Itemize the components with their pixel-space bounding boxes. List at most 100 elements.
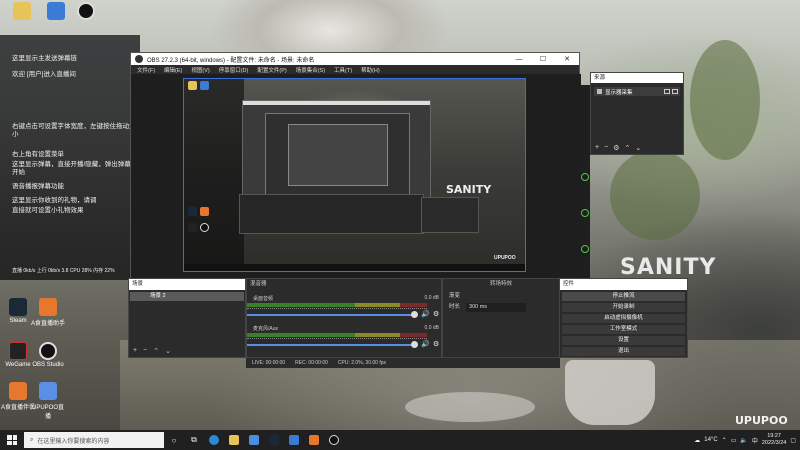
status-dot-icon [581, 245, 589, 253]
overlay-line: 这里显示主发送弹幕链 [12, 55, 77, 62]
settings-button[interactable]: 设置 [562, 336, 685, 345]
close-button[interactable]: ✕ [555, 55, 579, 63]
volume-icon[interactable]: 🔈 [740, 437, 747, 444]
wallpaper-cup [565, 360, 655, 425]
obs-icon [39, 342, 57, 360]
volume-meter [247, 333, 427, 337]
wallpaper-sanity-text: SANITY [620, 255, 717, 280]
channel-db: 0.0 dB [424, 295, 439, 301]
tray-arrow-icon[interactable]: ⌃ [722, 437, 727, 444]
gear-icon[interactable]: ⚙ [613, 144, 619, 152]
scenes-dock-title: 场景 [129, 279, 245, 290]
desktop-icon-obs-studio[interactable]: OBS Studio [30, 342, 66, 368]
app-icon[interactable] [304, 430, 324, 450]
add-icon[interactable]: + [595, 144, 599, 152]
studio-mode-button[interactable]: 工作室模式 [562, 325, 685, 334]
lock-icon[interactable] [672, 89, 678, 94]
nested-taskbar [184, 264, 525, 271]
app-icon[interactable] [284, 430, 304, 450]
steam-icon[interactable] [264, 430, 284, 450]
menu-tools[interactable]: 工具(T) [334, 66, 352, 74]
desktop-icon-app[interactable]: A食直播助手 [30, 298, 66, 327]
volume-slider-handle[interactable] [411, 341, 418, 348]
start-button[interactable] [0, 430, 24, 450]
volume-slider-handle[interactable] [411, 311, 418, 318]
move-down-icon[interactable]: ⌄ [165, 347, 171, 355]
meter-ticks [247, 308, 427, 311]
obs-taskbar-icon[interactable] [324, 430, 344, 450]
start-recording-button[interactable]: 开始录制 [562, 303, 685, 312]
speaker-icon[interactable]: 🔊 [421, 310, 430, 318]
sources-toolbar: + − ⚙ ⌃ ⌄ [595, 144, 641, 152]
menu-scene-collection[interactable]: 场景集合(S) [296, 66, 325, 74]
channel-db: 0.0 dB [424, 325, 439, 331]
volume-slider[interactable] [247, 344, 415, 346]
obs-title-bar: OBS 27.2.3 (64-bit, windows) - 配置文件: 未命名… [131, 53, 579, 65]
network-icon[interactable]: ▭ [731, 437, 737, 444]
minimize-button[interactable]: — [507, 56, 531, 63]
virtual-camera-button[interactable]: 启动虚拟摄像机 [562, 314, 685, 323]
remove-icon[interactable]: − [604, 144, 608, 152]
wallpaper-plant [690, 40, 760, 160]
obs-preview-area: SANITY UPUPOO [131, 74, 581, 280]
overlay-line: 右上角有设置菜单 [12, 151, 64, 158]
app-icon [47, 2, 65, 20]
desktop-icon-label: WeGame [5, 362, 31, 368]
file-explorer-icon[interactable] [224, 430, 244, 450]
desktop-icon-label: OBS Studio [32, 362, 64, 368]
scene-item[interactable]: 场景 2 [130, 292, 244, 301]
wegame-icon [9, 342, 27, 360]
taskbar-clock[interactable]: 19:27 2022/3/24 [762, 433, 786, 447]
menu-help[interactable]: 帮助(H) [361, 66, 380, 74]
weather-icon[interactable]: ☁ [694, 437, 700, 444]
meter-ticks [247, 338, 427, 341]
move-down-icon[interactable]: ⌄ [635, 144, 641, 152]
exit-button[interactable]: 退出 [562, 347, 685, 356]
menu-docks[interactable]: 停靠窗口(D) [219, 66, 249, 74]
transition-mode-select[interactable]: 渐变 [449, 292, 553, 301]
eye-icon[interactable] [664, 89, 670, 94]
move-up-icon[interactable]: ⌃ [624, 144, 630, 152]
move-up-icon[interactable]: ⌃ [153, 347, 159, 355]
gear-icon[interactable]: ⚙ [433, 310, 439, 318]
weather-temp[interactable]: 14°C [704, 437, 717, 443]
desktop-icon-obs[interactable] [68, 2, 104, 22]
overlay-line: 直接就可设置小礼物效果 [12, 207, 84, 214]
notification-icon[interactable]: ▢ [790, 437, 796, 444]
gear-icon[interactable]: ⚙ [433, 340, 439, 348]
search-icon: ⌕ [30, 436, 34, 443]
transitions-dock: 转场特效 渐变 时长 300 ms [442, 278, 560, 358]
task-view-icon[interactable]: ⧉ [184, 430, 204, 450]
edge-icon[interactable] [204, 430, 224, 450]
stop-streaming-button[interactable]: 停止推流 [562, 292, 685, 301]
maximize-button[interactable]: ☐ [531, 55, 555, 63]
store-icon[interactable] [244, 430, 264, 450]
remove-icon[interactable]: − [143, 347, 147, 355]
cortana-icon[interactable]: ○ [164, 430, 184, 450]
source-item[interactable]: 显示器采集 [594, 87, 680, 96]
obs-preview-canvas[interactable]: SANITY UPUPOO [183, 78, 526, 272]
menu-view[interactable]: 视图(V) [191, 66, 209, 74]
taskbar-search-box[interactable]: ⌕ 在这里输入你要搜索的内容 [24, 432, 164, 448]
overlay-line: 这里显示你收到的礼物，请调 [12, 197, 97, 204]
desktop-icon-file[interactable] [4, 2, 40, 22]
obs-side-strip [580, 85, 590, 280]
volume-slider[interactable] [247, 314, 415, 316]
nested-app-icon [188, 81, 197, 90]
desktop-icon-app[interactable]: UPUPOO直播 [30, 382, 66, 420]
menu-edit[interactable]: 编辑(E) [164, 66, 182, 74]
nested-app-icon [200, 223, 209, 232]
channel-name: 麦克风/Aux [253, 326, 279, 332]
desktop-icon-label: UPUPOO直播 [31, 405, 64, 420]
ime-icon[interactable]: 中 [752, 436, 758, 445]
menu-file[interactable]: 文件(F) [137, 66, 155, 74]
controls-dock-title: 控件 [560, 279, 687, 290]
overlay-line: 右键点击可设置字体宽度，左键按住拖动大小 [12, 123, 136, 138]
menu-profile[interactable]: 配置文件(P) [257, 66, 286, 74]
status-dot-icon [581, 173, 589, 181]
duration-input[interactable]: 300 ms [466, 303, 527, 312]
monitor-icon [597, 89, 602, 94]
add-icon[interactable]: + [133, 347, 137, 355]
speaker-icon[interactable]: 🔊 [421, 340, 430, 348]
transitions-dock-title: 转场特效 [443, 279, 559, 290]
